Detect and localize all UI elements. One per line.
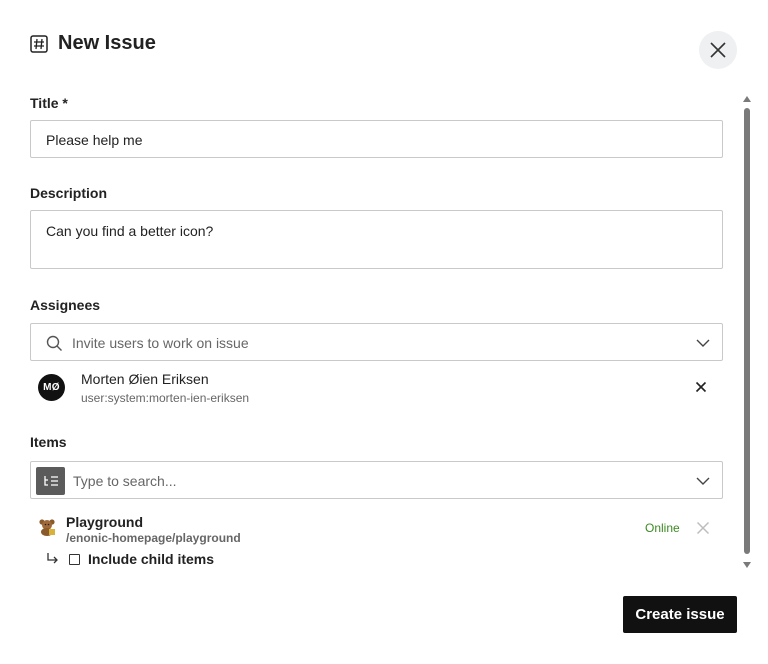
status-badge: Online	[645, 521, 680, 535]
items-label: Items	[30, 434, 67, 450]
scroll-up-icon[interactable]	[743, 96, 751, 102]
assignee-name: Morten Øien Eriksen	[81, 371, 209, 387]
scroll-down-icon[interactable]	[743, 562, 751, 568]
dialog-header: New Issue	[30, 32, 156, 55]
child-arrow-icon	[47, 553, 58, 564]
description-label: Description	[30, 185, 108, 201]
description-textarea[interactable]: Can you find a better icon?	[30, 210, 723, 269]
remove-assignee-icon[interactable]	[695, 381, 707, 393]
scrollbar-thumb[interactable]	[744, 108, 750, 554]
avatar: MØ	[38, 374, 65, 401]
title-label: Title *	[30, 95, 68, 111]
title-input[interactable]: Please help me	[30, 120, 723, 158]
remove-item-icon[interactable]	[696, 521, 710, 535]
hash-icon	[30, 34, 48, 53]
chevron-down-icon[interactable]	[696, 474, 710, 488]
close-icon	[710, 42, 726, 58]
assignees-label: Assignees	[30, 297, 101, 313]
teddy-bear-icon	[39, 519, 55, 536]
assignees-search-input[interactable]: Invite users to work on issue	[30, 323, 723, 361]
tree-view-button[interactable]	[36, 467, 65, 495]
include-children-checkbox[interactable]	[69, 554, 80, 565]
tree-icon	[43, 476, 58, 486]
items-placeholder: Type to search...	[73, 473, 177, 489]
dialog-title: New Issue	[58, 32, 156, 54]
create-issue-button[interactable]: Create issue	[623, 596, 737, 633]
item-path: /enonic-homepage/playground	[66, 531, 241, 545]
items-search-input[interactable]: Type to search...	[30, 461, 723, 499]
include-children-label[interactable]: Include child items	[88, 551, 214, 567]
close-button[interactable]	[699, 31, 737, 69]
description-value: Can you find a better icon?	[46, 223, 214, 239]
search-icon	[46, 335, 62, 351]
item-name[interactable]: Playground	[66, 514, 143, 530]
assignee-key: user:system:morten-ien-eriksen	[81, 391, 250, 405]
chevron-down-icon[interactable]	[696, 336, 710, 350]
new-issue-dialog: New Issue Title * Please help me Descrip…	[0, 0, 768, 664]
assignees-placeholder: Invite users to work on issue	[72, 335, 249, 351]
title-input-value: Please help me	[46, 132, 143, 148]
